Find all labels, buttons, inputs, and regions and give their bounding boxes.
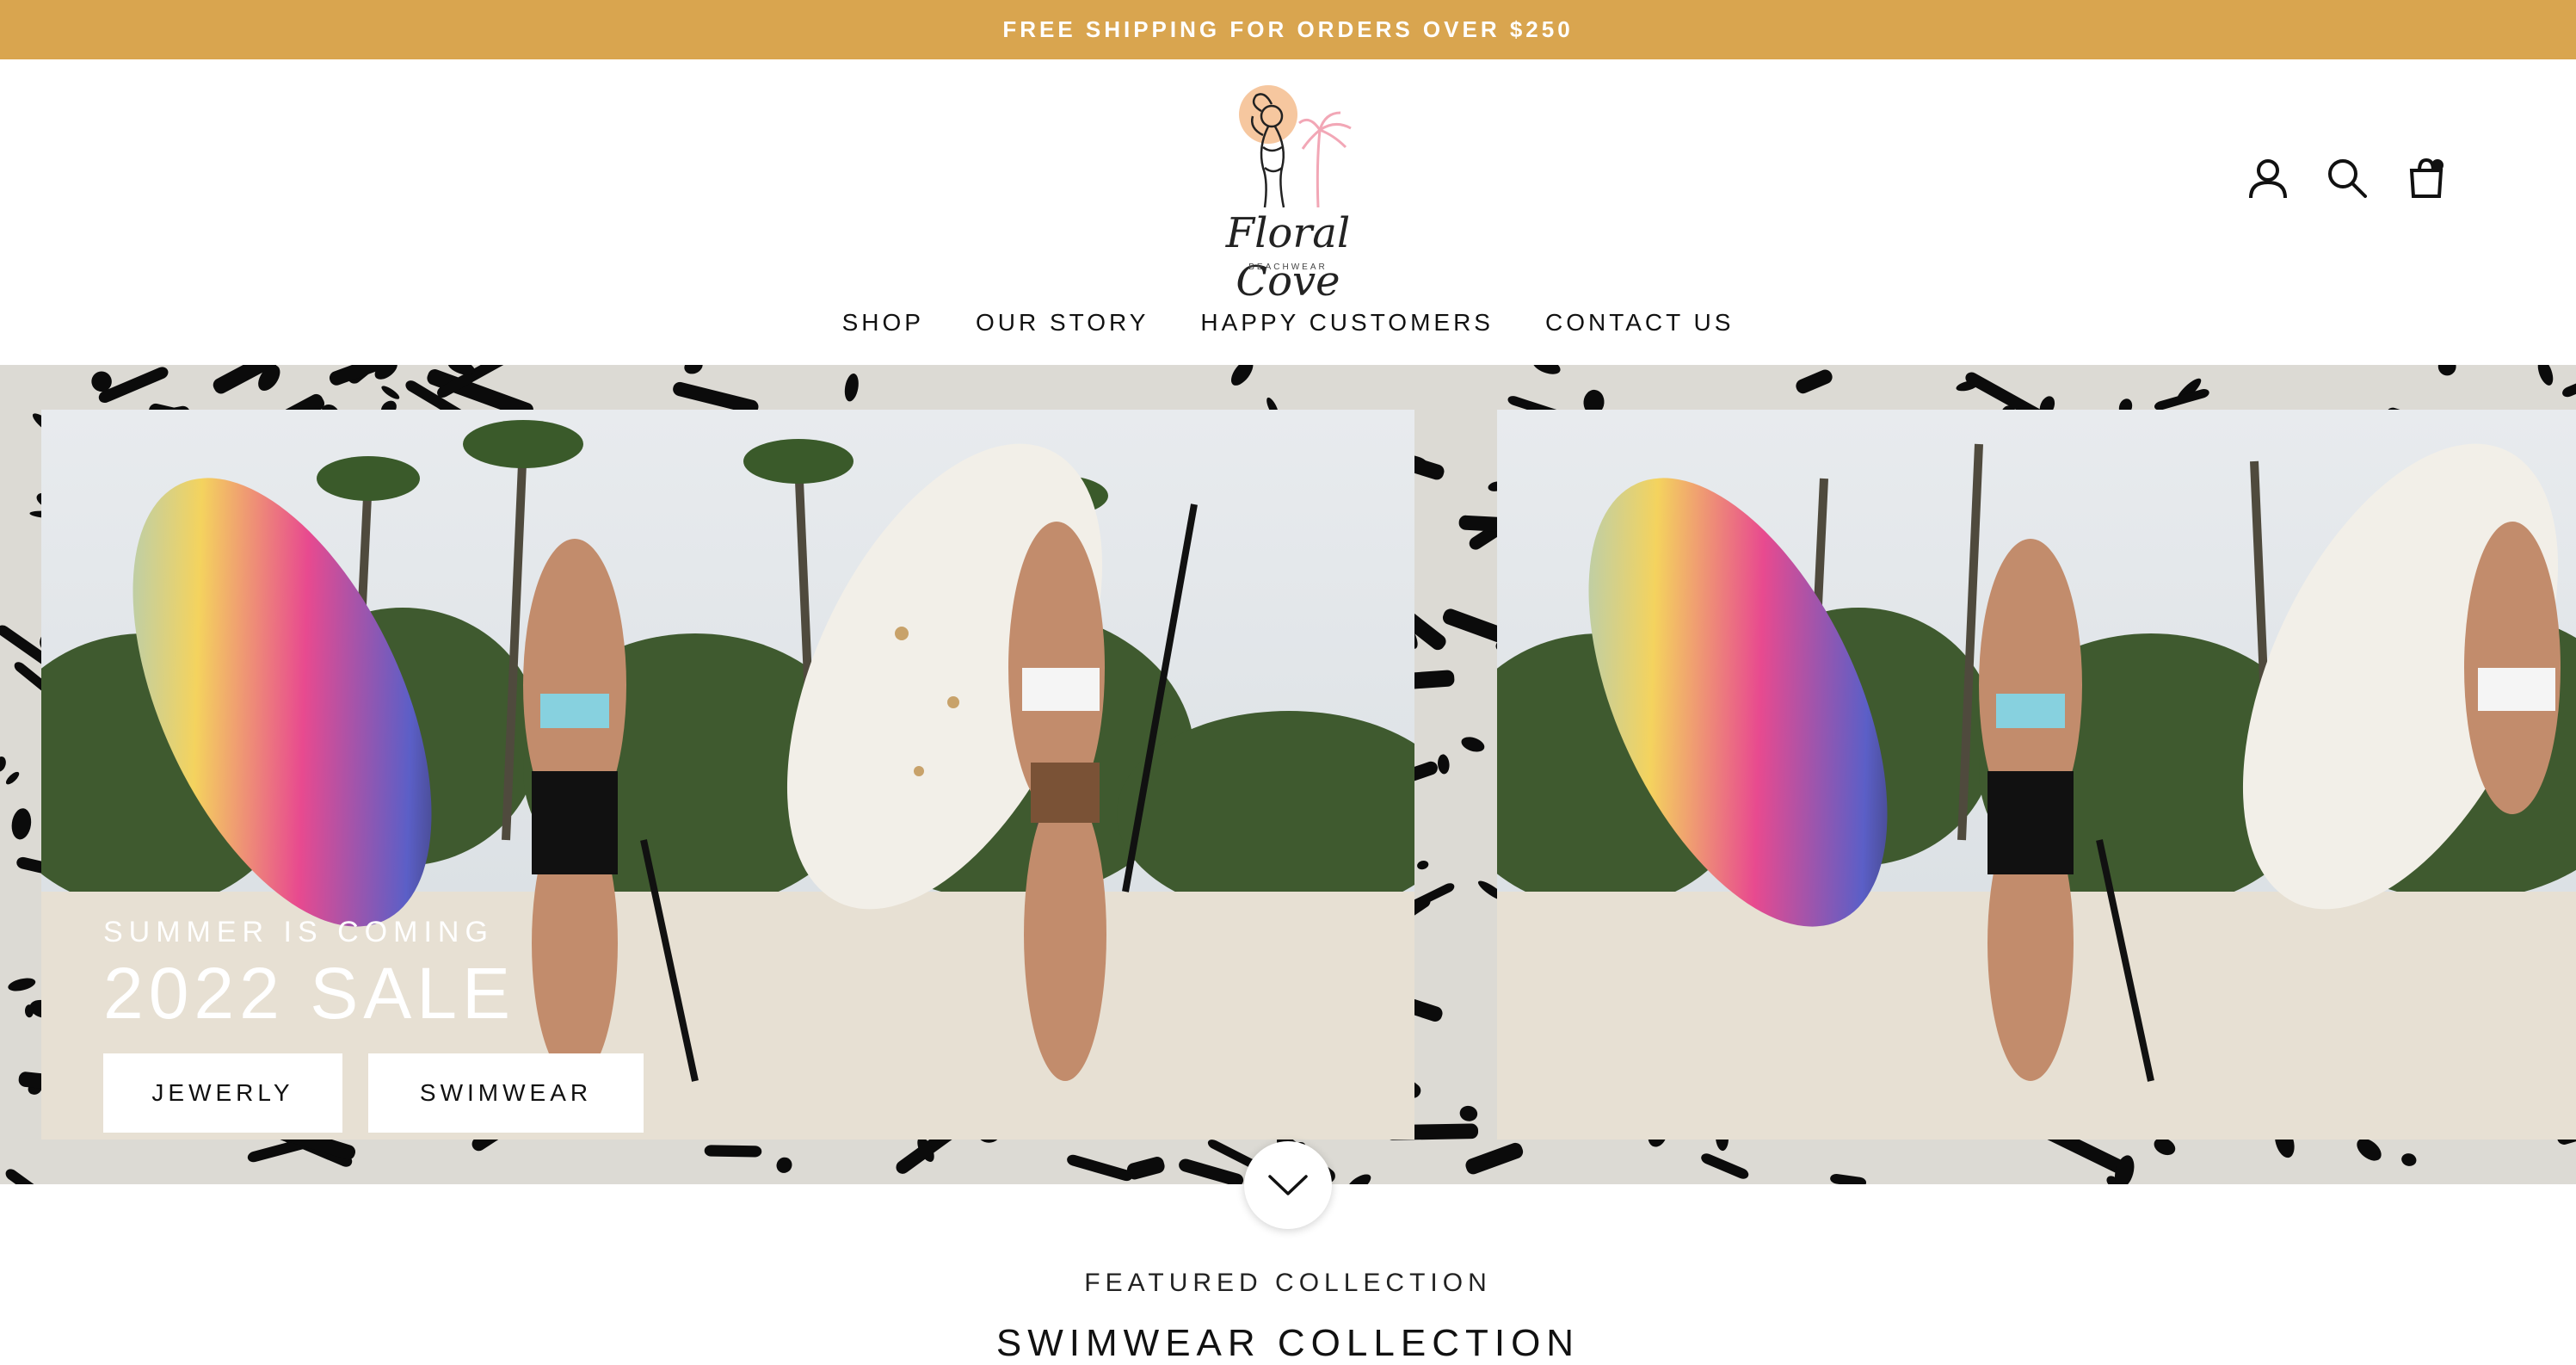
hero-kicker: SUMMER IS COMING bbox=[103, 916, 494, 948]
cart-icon[interactable] bbox=[2400, 152, 2452, 204]
hero-slideshow: SUMMER IS COMING 2022 SALE JEWERLY SWIMW… bbox=[0, 365, 2576, 1184]
announcement-text: FREE SHIPPING FOR ORDERS OVER $250 bbox=[1002, 16, 1574, 42]
nav-item-happy-customers[interactable]: HAPPY CUSTOMERS bbox=[1200, 306, 1494, 340]
logo-illustration-icon bbox=[1251, 93, 1352, 208]
nav-item-our-story[interactable]: OUR STORY bbox=[976, 306, 1149, 340]
site-header: Floral Cove BEACHWEAR SHOP OUR STORY HAP… bbox=[0, 59, 2576, 365]
featured-title: SWIMWEAR COLLECTION bbox=[995, 1322, 1581, 1364]
chevron-down-icon bbox=[1268, 1175, 1308, 1195]
brand-name: Floral Cove bbox=[1225, 209, 1351, 306]
cart-indicator-dot bbox=[2431, 159, 2444, 171]
brand-logo[interactable]: Floral Cove BEACHWEAR bbox=[1189, 78, 1387, 306]
brand-tagline: BEACHWEAR bbox=[1248, 262, 1328, 272]
account-icon[interactable] bbox=[2242, 152, 2294, 204]
nav-item-shop[interactable]: SHOP bbox=[842, 306, 924, 340]
nav-item-contact-us[interactable]: CONTACT US bbox=[1545, 306, 1734, 340]
announcement-bar: FREE SHIPPING FOR ORDERS OVER $250 bbox=[0, 0, 2576, 59]
scroll-down-button[interactable] bbox=[1244, 1141, 1332, 1229]
swimwear-button[interactable]: SWIMWEAR bbox=[368, 1053, 644, 1133]
main-nav: SHOP OUR STORY HAPPY CUSTOMERS CONTACT U… bbox=[0, 306, 2576, 340]
featured-kicker: FEATURED COLLECTION bbox=[1084, 1269, 1492, 1297]
hero-title: 2022 SALE bbox=[103, 953, 516, 1034]
jewerly-button[interactable]: JEWERLY bbox=[103, 1053, 342, 1133]
hero-slide-2 bbox=[1497, 410, 2576, 1140]
search-icon[interactable] bbox=[2321, 152, 2373, 204]
beach-photo-2 bbox=[1497, 410, 2576, 1140]
